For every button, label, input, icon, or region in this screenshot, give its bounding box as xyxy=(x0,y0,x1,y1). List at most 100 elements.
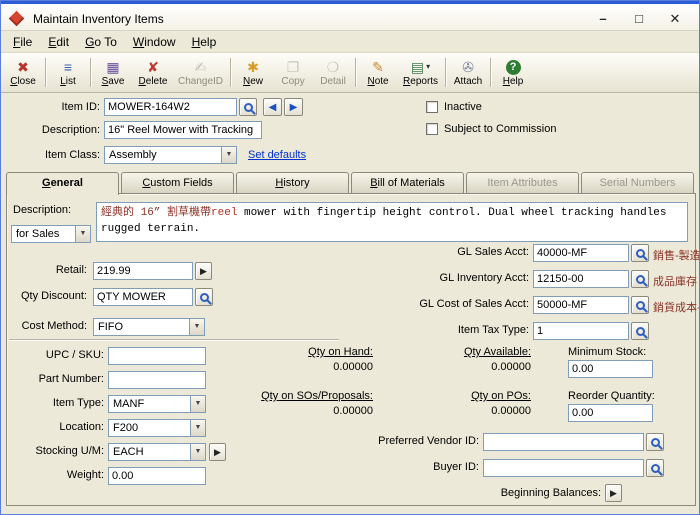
title-bar: Maintain Inventory Items – □ ✕ xyxy=(1,1,699,31)
qty-on-sos-proposals-label[interactable]: Qty on SOs/Proposals: xyxy=(235,390,373,402)
dropdown-arrow-icon[interactable]: ▼ xyxy=(189,319,204,335)
new-button[interactable]: ✱ New xyxy=(233,54,273,91)
inactive-checkbox[interactable] xyxy=(426,101,438,113)
gl-cost-of-sales-acct-lookup-button[interactable] xyxy=(631,296,649,314)
list-icon: ≡ xyxy=(63,59,73,75)
minimum-stock-input[interactable] xyxy=(568,360,653,378)
stocking-um-label: Stocking U/M: xyxy=(35,445,104,457)
preferred-vendor-id-lookup-button[interactable] xyxy=(646,433,664,451)
retail-input[interactable] xyxy=(93,262,193,280)
note-button[interactable]: ✎ Note xyxy=(358,54,398,91)
set-defaults-link[interactable]: Set defaults xyxy=(248,149,306,161)
delete-button[interactable]: ✘ Delete xyxy=(133,54,173,91)
retail-label: Retail: xyxy=(55,264,87,276)
gl-sales-acct-input[interactable] xyxy=(533,244,629,262)
dropdown-arrow-icon[interactable]: ▼ xyxy=(190,396,205,412)
item-tax-type-lookup-button[interactable] xyxy=(631,322,649,340)
buyer-id-lookup-button[interactable] xyxy=(646,459,664,477)
part-number-label: Part Number: xyxy=(38,373,104,385)
menu-edit[interactable]: Edit xyxy=(40,32,77,52)
upc-sku-label: UPC / SKU: xyxy=(45,349,104,361)
dropdown-arrow-icon[interactable]: ▼ xyxy=(190,420,205,436)
qty-discount-lookup-button[interactable] xyxy=(195,288,213,306)
header-description-input[interactable] xyxy=(104,121,262,139)
item-id-input[interactable] xyxy=(104,98,237,116)
magnifier-icon xyxy=(243,102,253,112)
item-type-select[interactable]: MANF ▼ xyxy=(108,395,206,413)
detail-label: Detail xyxy=(320,76,346,87)
gl-cost-of-sales-acct-label: GL Cost of Sales Acct: xyxy=(419,298,529,310)
description-cjk-text: 經典的 16” 割草機帶 xyxy=(101,207,212,219)
gl-sales-acct-lookup-button[interactable] xyxy=(631,244,649,262)
stocking-um-select[interactable]: EACH ▼ xyxy=(108,443,206,461)
toolbar-separator xyxy=(90,58,91,87)
qty-on-hand-label[interactable]: Qty on Hand: xyxy=(255,346,373,358)
help-button[interactable]: ? Help xyxy=(493,54,533,91)
item-tax-type-input[interactable] xyxy=(533,322,629,340)
dropdown-arrow-icon[interactable]: ▼ xyxy=(190,444,205,460)
reports-button[interactable]: ▤ ▾ Reports xyxy=(398,54,443,91)
previous-record-button[interactable]: ◀ xyxy=(263,98,282,116)
subject-to-commission-label[interactable]: Subject to Commission xyxy=(444,123,557,135)
buyer-id-label: Buyer ID: xyxy=(433,461,479,473)
beginning-balances-button[interactable]: ▶ xyxy=(605,484,622,502)
app-icon[interactable] xyxy=(8,10,25,27)
toolbar-separator xyxy=(355,58,357,87)
tab-general[interactable]: General xyxy=(6,172,119,195)
description-mode-select[interactable]: for Sales ▼ xyxy=(11,225,91,243)
tab-custom-fields[interactable]: Custom Fields xyxy=(121,172,234,193)
magnifier-icon xyxy=(650,437,660,447)
minimize-button[interactable]: – xyxy=(587,9,619,29)
note-label: Note xyxy=(367,76,389,87)
upc-sku-input[interactable] xyxy=(108,347,206,365)
item-id-lookup-button[interactable] xyxy=(239,98,257,116)
gl-cost-of-sales-acct-input[interactable] xyxy=(533,296,629,314)
tab-bill-of-materials[interactable]: Bill of Materials xyxy=(351,172,464,193)
close-window-button[interactable]: ✕ xyxy=(659,9,691,29)
qty-available-label[interactable]: Qty Available: xyxy=(413,346,531,358)
reorder-quantity-input[interactable] xyxy=(568,404,653,422)
subject-to-commission-checkbox[interactable] xyxy=(426,123,438,135)
change-id-label: ChangeID xyxy=(178,76,224,87)
group-separator xyxy=(9,339,339,340)
menu-file[interactable]: File xyxy=(5,32,40,52)
item-class-label: Item Class: xyxy=(44,149,100,161)
item-class-select[interactable]: Assembly ▼ xyxy=(104,146,237,164)
location-select[interactable]: F200 ▼ xyxy=(108,419,206,437)
new-icon: ✱ xyxy=(247,59,259,75)
dropdown-arrow-icon[interactable]: ▼ xyxy=(75,226,90,242)
item-id-label: Item ID: xyxy=(61,101,100,113)
maximize-button[interactable]: □ xyxy=(623,9,655,29)
window-title: Maintain Inventory Items xyxy=(33,12,164,26)
gl-inventory-acct-input[interactable] xyxy=(533,270,629,288)
part-number-input[interactable] xyxy=(108,371,206,389)
weight-input[interactable] xyxy=(108,467,206,485)
cost-method-select[interactable]: FIFO ▼ xyxy=(93,318,205,336)
preferred-vendor-id-input[interactable] xyxy=(483,433,644,451)
qty-discount-input[interactable] xyxy=(93,288,193,306)
close-button[interactable]: ✖ Close xyxy=(3,54,43,91)
menu-go-to[interactable]: Go To xyxy=(77,32,125,52)
next-record-button[interactable]: ▶ xyxy=(284,98,303,116)
reports-dropdown-caret-icon: ▾ xyxy=(426,62,431,71)
new-label: New xyxy=(243,76,264,87)
stocking-um-detail-button[interactable]: ▶ xyxy=(209,443,226,461)
save-button[interactable]: ▦ Save xyxy=(93,54,133,91)
menu-help[interactable]: Help xyxy=(184,32,225,52)
list-button[interactable]: ≡ List xyxy=(48,54,88,91)
attach-icon: ✇ xyxy=(462,59,474,75)
attach-button[interactable]: ✇ Attach xyxy=(448,54,488,91)
gl-inventory-acct-lookup-button[interactable] xyxy=(631,270,649,288)
inactive-label[interactable]: Inactive xyxy=(444,101,482,113)
item-description-textarea[interactable]: 經典的 16” 割草機帶reel mower with fingertip he… xyxy=(96,202,688,242)
arrow-icon: ▶ xyxy=(214,446,221,457)
menu-window[interactable]: Window xyxy=(125,32,184,52)
close-label: Close xyxy=(10,76,36,87)
buyer-id-input[interactable] xyxy=(483,459,644,477)
dropdown-arrow-icon[interactable]: ▼ xyxy=(221,147,236,163)
tab-history[interactable]: History xyxy=(236,172,349,193)
arrow-icon: ▶ xyxy=(610,487,617,498)
retail-detail-button[interactable]: ▶ xyxy=(195,262,212,280)
qty-on-pos-label[interactable]: Qty on POs: xyxy=(421,390,531,402)
magnifier-icon xyxy=(635,248,645,258)
